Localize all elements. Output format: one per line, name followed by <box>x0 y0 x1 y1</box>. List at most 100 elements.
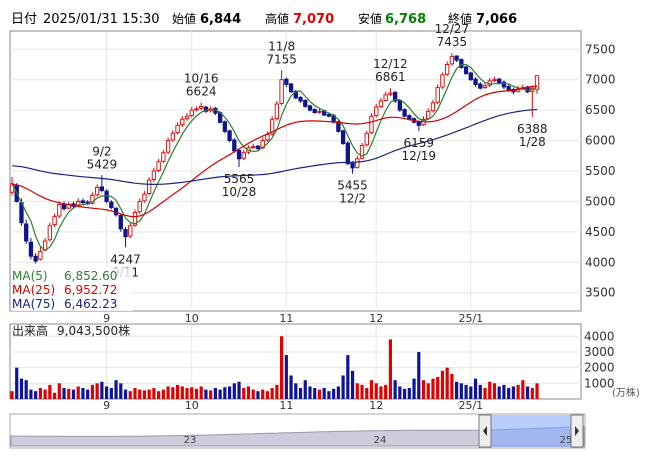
candle-body <box>435 87 440 103</box>
volume-bar <box>478 384 482 399</box>
volume-tick-label: 2000 <box>584 361 615 375</box>
candle-body <box>388 92 393 95</box>
candle-body <box>454 55 459 61</box>
volume-bar <box>336 386 340 399</box>
volume-bar <box>308 386 312 399</box>
annotation-value: 5565 <box>224 172 255 186</box>
low-value: 6,768 <box>385 12 426 27</box>
candle-body <box>440 74 445 88</box>
volume-bar <box>81 388 85 399</box>
candle-body <box>468 72 473 81</box>
volume-bar <box>332 388 336 399</box>
volume-value: 9,043,500株 <box>57 323 130 338</box>
candle-body <box>118 214 123 230</box>
legend-ma75-label: MA(75) <box>12 297 55 311</box>
annotation-date: 10/28 <box>222 185 257 199</box>
volume-bar <box>71 389 76 399</box>
volume-bar <box>218 389 222 399</box>
volume-bar <box>67 388 71 399</box>
price-tick-label: 5500 <box>585 164 616 178</box>
candle-body <box>175 124 180 134</box>
volume-unit: (万株) <box>612 386 640 399</box>
annotation-date: 12/12 <box>373 57 408 71</box>
volume-bar <box>100 381 104 399</box>
volume-bar <box>530 388 534 399</box>
volume-bar <box>280 336 284 399</box>
candle-body <box>303 99 308 107</box>
volume-bar <box>407 388 411 399</box>
volume-bar <box>379 386 383 399</box>
volume-bar <box>15 367 19 399</box>
volume-bar <box>19 378 24 399</box>
datetime: 2025/01/31 15:30 <box>43 12 160 27</box>
volume-bar <box>180 386 184 399</box>
volume-bar <box>123 389 128 399</box>
volume-bar <box>298 388 303 399</box>
annotation-date: 12/19 <box>401 149 436 163</box>
candle-body <box>478 83 483 89</box>
candle-body <box>128 225 133 237</box>
volume-bar <box>114 380 118 399</box>
candle-body <box>180 118 185 126</box>
volume-bar <box>327 391 331 399</box>
volume-bar <box>355 383 359 399</box>
volume-bar <box>209 390 213 399</box>
month-label: 12 <box>369 312 383 325</box>
volume-bar <box>213 388 217 399</box>
volume-bar <box>303 380 307 399</box>
volume-bar <box>227 386 232 399</box>
volume-bar <box>128 391 132 399</box>
annotation-date: 10/16 <box>184 72 219 86</box>
candle-body <box>241 152 246 159</box>
volume-bar <box>492 383 497 399</box>
volume-bar <box>346 355 350 399</box>
volume-bar <box>105 386 109 399</box>
candle-body <box>38 250 43 260</box>
candle-body <box>251 146 256 149</box>
candle-body <box>284 78 289 86</box>
low-label: 安値 <box>358 11 382 26</box>
volume-label: 出来高 <box>12 323 48 338</box>
candle-body <box>147 179 152 194</box>
volume-bar <box>502 384 506 399</box>
volume-bar <box>393 380 397 399</box>
volume-bar <box>95 383 99 399</box>
candle-body <box>222 121 227 132</box>
overview-handle-left[interactable] <box>478 414 492 448</box>
high-label: 高値 <box>265 11 289 26</box>
volume-bar <box>313 388 317 399</box>
volume-bar <box>483 388 487 399</box>
stock-chart: 日付 2025/01/31 15:30 始値 6,844 高値 7,070 安値… <box>9 11 640 449</box>
volume-bar <box>431 378 435 399</box>
volume-bar <box>341 375 345 399</box>
volume-tick-label: 1000 <box>584 376 615 390</box>
volume-bar <box>194 388 199 399</box>
candle-body <box>142 193 147 202</box>
volume-bar <box>90 384 95 399</box>
volume-bar <box>374 383 378 399</box>
annotation-date: 1/28 <box>519 135 546 149</box>
overview-handle-right[interactable] <box>570 414 584 448</box>
candle-body <box>378 100 384 107</box>
overview-navigator[interactable]: 23 24 25 <box>9 413 586 449</box>
candle-body <box>492 79 497 82</box>
candle-body <box>482 85 488 89</box>
volume-bar <box>284 355 288 399</box>
volume-bar <box>147 389 151 399</box>
volume-bar <box>109 388 113 399</box>
volume-bar <box>464 384 468 399</box>
candle-body <box>47 225 52 241</box>
candle-body <box>123 228 128 238</box>
volume-bar <box>265 391 270 399</box>
candle-body <box>279 79 284 104</box>
volume-bar <box>521 380 525 399</box>
candle-body <box>364 132 369 146</box>
candle-body <box>151 170 157 180</box>
volume-bar <box>421 380 426 399</box>
candle-body <box>52 216 57 226</box>
candle-body <box>265 134 270 141</box>
ma-legend: MA(5) 6,852.60 MA(25) 6,952.72 MA(75) 6,… <box>11 268 133 311</box>
volume-bar <box>204 389 208 399</box>
annotation-value: 7155 <box>266 52 297 66</box>
candle-body <box>137 200 142 213</box>
